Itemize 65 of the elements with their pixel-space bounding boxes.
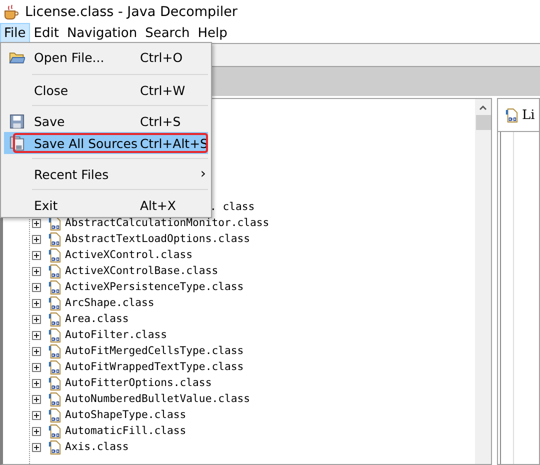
tree-item-label[interactable]: AutoFitterOptions.class xyxy=(65,377,212,389)
scroll-up-icon[interactable] xyxy=(479,105,487,110)
class-file-icon xyxy=(48,376,61,390)
menu-item[interactable]: Edit xyxy=(30,23,63,43)
tree-item-label[interactable]: Area.class xyxy=(65,313,129,325)
tree-item-label[interactable]: ActiveXPersistenceType.class xyxy=(65,281,244,293)
menu-item[interactable]: Help xyxy=(194,23,232,43)
class-file-icon xyxy=(48,312,61,326)
tree-item-label[interactable]: AbstractCalculationMonitor.class xyxy=(65,217,270,229)
class-file-icon xyxy=(48,424,61,438)
class-file-icon xyxy=(48,296,61,310)
editor-tab[interactable]: Li xyxy=(498,99,539,132)
expand-icon[interactable] xyxy=(32,378,41,388)
expand-icon[interactable] xyxy=(32,330,41,340)
class-file-icon xyxy=(48,392,61,406)
expand-icon[interactable] xyxy=(32,362,41,372)
expand-icon[interactable] xyxy=(32,410,41,420)
expand-icon[interactable] xyxy=(32,266,41,276)
menu-item[interactable]: Search xyxy=(141,23,194,43)
menu-entry[interactable]: Exit Alt+X xyxy=(4,194,208,216)
expand-icon[interactable] xyxy=(32,394,41,404)
tree-item-label[interactable]: AutoFitWrappedTextType.class xyxy=(65,361,244,373)
class-file-icon xyxy=(48,264,61,278)
tree-item-label: . class xyxy=(210,201,255,213)
expand-icon[interactable] xyxy=(32,426,41,436)
menu-entry[interactable]: Recent Files › xyxy=(4,163,208,185)
class-file-icon xyxy=(48,440,61,454)
class-file-icon xyxy=(48,328,61,342)
expand-icon[interactable] xyxy=(32,234,41,244)
tree-item-label[interactable]: AutoNumberedBulletValue.class xyxy=(65,393,250,405)
menu-entry[interactable]: Save Ctrl+S xyxy=(4,110,208,132)
tree-item-label[interactable]: ArcShape.class xyxy=(65,297,154,309)
expand-icon[interactable] xyxy=(32,442,41,452)
class-file-icon xyxy=(48,408,61,422)
menu-entry[interactable]: Close Ctrl+W xyxy=(4,79,208,101)
tree-item-label[interactable]: AutoShapeType.class xyxy=(65,409,186,421)
expand-icon[interactable] xyxy=(32,314,41,324)
tree-item-label[interactable]: ActiveXControl.class xyxy=(65,249,193,261)
menu-entry[interactable]: Save All Sources Ctrl+Alt+S xyxy=(4,132,208,154)
class-file-icon xyxy=(48,360,61,374)
documents-icon xyxy=(8,136,25,150)
coffee-cup-icon xyxy=(3,4,19,20)
expand-icon[interactable] xyxy=(32,250,41,260)
window-title: License.class - Java Decompiler xyxy=(25,4,238,20)
tree-item-label[interactable]: AutoFilter.class xyxy=(65,329,168,341)
menu-item[interactable]: File xyxy=(0,23,30,43)
class-file-icon xyxy=(48,280,61,294)
class-file-icon xyxy=(505,108,518,122)
menu-entry[interactable]: Open File... Ctrl+O xyxy=(4,44,208,70)
expand-icon[interactable] xyxy=(32,298,41,308)
tree-item-label[interactable]: AutomaticFill.class xyxy=(65,425,186,437)
menu-item[interactable]: Navigation xyxy=(62,23,142,43)
scrollbar[interactable] xyxy=(475,99,491,464)
tree-item-label[interactable]: Axis.class xyxy=(65,441,129,453)
expand-icon[interactable] xyxy=(32,282,41,292)
tree-item-label[interactable]: ActiveXControlBase.class xyxy=(65,265,218,277)
folder-icon xyxy=(9,50,25,64)
class-file-icon xyxy=(48,232,61,246)
scroll-thumb[interactable] xyxy=(476,115,490,130)
class-file-icon xyxy=(48,248,61,262)
tree-item-label[interactable]: AbstractTextLoadOptions.class xyxy=(65,233,250,245)
tree-item-label[interactable]: AutoFitMergedCellsType.class xyxy=(65,345,244,357)
class-file-icon xyxy=(48,344,61,358)
expand-icon[interactable] xyxy=(32,346,41,356)
expand-icon[interactable] xyxy=(32,218,41,228)
